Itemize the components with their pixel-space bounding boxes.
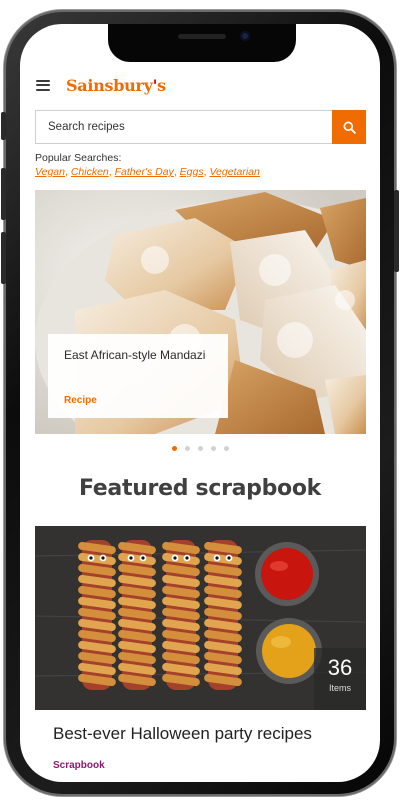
item-count-badge: 36 Items — [314, 648, 366, 710]
item-count: 36 — [327, 655, 353, 680]
item-count-label: Items — [328, 683, 351, 693]
app-header: Sainsbury's — [20, 62, 380, 108]
hero-card[interactable]: East African-style Mandazi Recipe — [48, 334, 228, 418]
popular-link[interactable]: Vegetarian — [209, 166, 259, 178]
scrapbook-title[interactable]: Best-ever Halloween party recipes — [53, 724, 312, 744]
mummy-pupil — [129, 556, 133, 560]
popular-link[interactable]: Eggs — [180, 166, 204, 178]
popular-link[interactable]: Father's Day — [115, 166, 174, 178]
carousel-dot[interactable] — [197, 446, 203, 451]
power-button — [394, 190, 399, 272]
phone-screen: Sainsbury's Popular Searches: Vegan, Chi… — [20, 24, 380, 782]
hero-tag: Recipe — [64, 395, 97, 406]
brand-logo[interactable]: Sainsbury's — [66, 76, 166, 95]
popular-searches: Popular Searches: Vegan, Chicken, Father… — [35, 152, 366, 179]
mummy-pupil — [215, 556, 219, 560]
volume-down-button — [1, 232, 6, 284]
carousel-dot[interactable] — [171, 446, 177, 451]
mummy-pupil — [173, 556, 177, 560]
hero-carousel[interactable]: East African-style Mandazi Recipe — [35, 190, 366, 434]
volume-up-button — [1, 168, 6, 220]
speaker-grille — [178, 34, 226, 39]
front-camera — [240, 31, 250, 41]
notch — [108, 24, 296, 62]
popular-searches-label: Popular Searches: — [35, 152, 122, 164]
popular-searches-links: Vegan, Chicken, Father's Day, Eggs, Vege… — [35, 165, 366, 179]
mummy-pupil — [227, 556, 231, 560]
search-button[interactable] — [332, 110, 366, 144]
featured-heading: Featured scrapbook — [78, 476, 322, 501]
search-bar — [35, 110, 366, 144]
carousel-dot[interactable] — [223, 446, 229, 451]
scrapbook-tag: Scrapbook — [53, 760, 105, 771]
popular-link[interactable]: Vegan — [35, 166, 65, 178]
scrapbook-image[interactable]: 36 Items — [35, 526, 366, 710]
mute-switch — [1, 112, 6, 140]
hamburger-icon[interactable] — [36, 79, 50, 91]
popular-link[interactable]: Chicken — [71, 166, 109, 178]
carousel-dots — [20, 446, 380, 451]
search-icon — [343, 121, 356, 134]
hero-title: East African-style Mandazi — [64, 348, 206, 362]
carousel-dot[interactable] — [210, 446, 216, 451]
mummy-pupil — [185, 556, 189, 560]
carousel-dot[interactable] — [184, 446, 190, 451]
mummy-pupil — [101, 556, 105, 560]
mummy-pupil — [89, 556, 93, 560]
search-input[interactable] — [35, 110, 332, 144]
mummy-pupil — [141, 556, 145, 560]
